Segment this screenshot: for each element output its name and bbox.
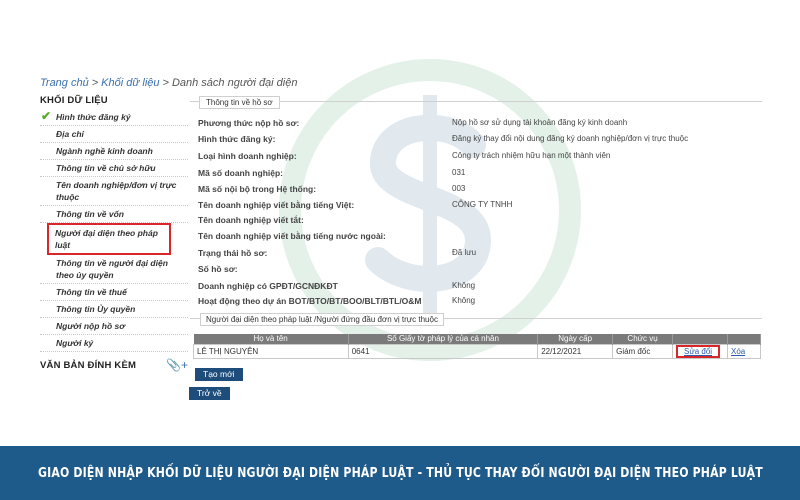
sidebar: KHỐI DỮ LIỆU ✔ Hình thức đăng ký Địa chỉ … bbox=[40, 95, 188, 372]
info-value: Công ty trách nhiệm hữu hạn một thành vi… bbox=[452, 151, 611, 160]
info-label: Doanh nghiệp có GPĐT/GCNĐKĐT bbox=[198, 281, 338, 291]
sidebar-item-label: Tên doanh nghiệp/đơn vị trực thuộc bbox=[56, 180, 177, 202]
back-button[interactable]: Trở về bbox=[189, 387, 230, 400]
column-header: Ngày cấp bbox=[537, 334, 614, 344]
sidebar-item-label: Thông tin về người đại diện theo ủy quyề… bbox=[56, 258, 168, 280]
checkmark-icon: ✔ bbox=[41, 109, 52, 123]
paperclip-plus-icon[interactable]: 📎+ bbox=[166, 358, 188, 372]
sidebar-item-label: Hình thức đăng ký bbox=[56, 112, 131, 122]
breadcrumb-block-link[interactable]: Khối dữ liệu bbox=[101, 77, 159, 89]
edit-highlight: Sửa đổi bbox=[676, 344, 721, 358]
info-label: Hình thức đăng ký: bbox=[198, 134, 276, 144]
info-label: Tên doanh nghiệp viết tắt: bbox=[198, 215, 304, 225]
info-label: Phương thức nộp hồ sơ: bbox=[198, 118, 300, 128]
attachments-title: VĂN BẢN ĐÍNH KÈM bbox=[40, 359, 137, 371]
info-value: Nộp hồ sơ sử dụng tài khoản đăng ký kinh… bbox=[452, 118, 628, 127]
info-label: Trạng thái hồ sơ: bbox=[198, 248, 268, 258]
sidebar-item-address[interactable]: Địa chỉ bbox=[40, 126, 188, 143]
representatives-legend: Người đại diện theo pháp luật /Người đứn… bbox=[200, 313, 444, 326]
breadcrumb-current: Danh sách người đại diện bbox=[171, 77, 298, 89]
sidebar-item-authorized-representative[interactable]: Thông tin về người đại diện theo ủy quyề… bbox=[40, 255, 188, 284]
sidebar-item-tax[interactable]: Thông tin về thuế bbox=[40, 284, 188, 301]
create-new-button[interactable]: Tạo mới bbox=[195, 368, 243, 381]
sidebar-item-label: Ngành nghề kinh doanh bbox=[56, 146, 153, 156]
delete-cell: Xóa bbox=[727, 343, 761, 359]
sidebar-item-label: Địa chỉ bbox=[56, 129, 84, 139]
sidebar-item-label: Thông tin về vốn bbox=[56, 209, 124, 219]
info-value: Đã lưu bbox=[452, 248, 477, 257]
info-value: 003 bbox=[452, 184, 466, 193]
edit-cell: Sửa đổi bbox=[672, 343, 729, 359]
column-header bbox=[727, 334, 761, 344]
column-header: Số Giấy tờ pháp lý của cá nhân bbox=[348, 334, 539, 344]
representatives-panel: Người đại diện theo pháp luật /Người đứn… bbox=[190, 313, 762, 362]
attachments-header: VĂN BẢN ĐÍNH KÈM 📎+ bbox=[40, 358, 188, 372]
sidebar-item-label: Người đại diện theo pháp luật bbox=[55, 228, 158, 250]
sidebar-item-signer[interactable]: Người ký bbox=[40, 335, 188, 352]
breadcrumb-separator: > bbox=[91, 77, 99, 89]
info-value: 031 bbox=[452, 168, 466, 177]
column-header bbox=[672, 334, 729, 344]
info-value: Không bbox=[452, 281, 476, 290]
sidebar-item-company-name[interactable]: Tên doanh nghiệp/đơn vị trực thuộc bbox=[40, 177, 188, 206]
table-row: LÊ THỊ NGUYÊN 0641 22/12/2021 Giám đốc S… bbox=[193, 343, 761, 359]
info-label: Mã số doanh nghiệp: bbox=[198, 168, 283, 178]
sidebar-item-label: Người nộp hồ sơ bbox=[56, 321, 125, 331]
sidebar-item-registration-type[interactable]: ✔ Hình thức đăng ký bbox=[40, 109, 188, 126]
breadcrumb-separator: > bbox=[162, 77, 169, 89]
sidebar-item-label: Thông tin Ủy quyền bbox=[56, 304, 136, 314]
sidebar-item-label: Người ký bbox=[56, 338, 94, 348]
rep-id-number: 0641 bbox=[347, 343, 539, 359]
info-value: CÔNG TY TNHH bbox=[452, 200, 513, 209]
breadcrumb-home-link[interactable]: Trang chủ bbox=[40, 77, 89, 89]
sidebar-item-business-lines[interactable]: Ngành nghề kinh doanh bbox=[40, 143, 188, 160]
info-label: Mã số nội bộ trong Hệ thống: bbox=[198, 184, 317, 194]
rep-issue-date: 22/12/2021 bbox=[537, 343, 614, 359]
rep-name: LÊ THỊ NGUYÊN bbox=[193, 343, 349, 359]
caption-text: GIAO DIỆN NHẬP KHỐI DỮ LIỆU NGƯỜI ĐẠI DI… bbox=[37, 465, 763, 481]
info-label: Hoạt động theo dự án BOT/BTO/BT/BOO/BLT/… bbox=[198, 296, 422, 306]
info-value: Không bbox=[452, 296, 476, 305]
sidebar-item-label: Thông tin về thuế bbox=[56, 287, 127, 297]
sidebar-item-authorization[interactable]: Thông tin Ủy quyền bbox=[40, 301, 188, 318]
edit-link[interactable]: Sửa đổi bbox=[684, 347, 712, 356]
column-header: Họ và tên bbox=[193, 334, 349, 344]
sidebar-item-legal-representative[interactable]: Người đại diện theo pháp luật bbox=[47, 223, 171, 255]
info-label: Tên doanh nghiệp viết bằng tiếng nước ng… bbox=[198, 231, 386, 241]
info-label: Tên doanh nghiệp viết bằng tiếng Việt: bbox=[198, 200, 355, 210]
file-info-panel: Thông tin về hồ sơ Phương thức nộp hồ sơ… bbox=[190, 96, 762, 311]
table-header-row: Họ và tên Số Giấy tờ pháp lý của cá nhân… bbox=[193, 334, 761, 344]
file-info-legend: Thông tin về hồ sơ bbox=[199, 96, 280, 109]
info-label: Số hồ sơ: bbox=[198, 264, 238, 274]
breadcrumb: Trang chủ > Khối dữ liệu > Danh sách người đ… bbox=[40, 77, 297, 89]
sidebar-item-capital[interactable]: Thông tin về vốn bbox=[40, 206, 188, 223]
sidebar-title: KHỐI DỮ LIỆU bbox=[40, 95, 108, 106]
sidebar-item-submitter[interactable]: Người nộp hồ sơ bbox=[40, 318, 188, 335]
sidebar-item-owner-info[interactable]: Thông tin về chủ sở hữu bbox=[40, 160, 188, 177]
representatives-table: Họ và tên Số Giấy tờ pháp lý của cá nhân… bbox=[193, 334, 761, 359]
caption-banner: GIAO DIỆN NHẬP KHỐI DỮ LIỆU NGƯỜI ĐẠI DI… bbox=[0, 446, 800, 500]
column-header: Chức vụ bbox=[612, 334, 674, 344]
rep-position: Giám đốc bbox=[612, 343, 674, 359]
info-value: Đăng ký thay đổi nội dung đăng ký doanh … bbox=[452, 134, 689, 143]
info-label: Loại hình doanh nghiệp: bbox=[198, 151, 297, 161]
sidebar-item-label: Thông tin về chủ sở hữu bbox=[56, 163, 156, 173]
delete-link[interactable]: Xóa bbox=[731, 347, 745, 356]
